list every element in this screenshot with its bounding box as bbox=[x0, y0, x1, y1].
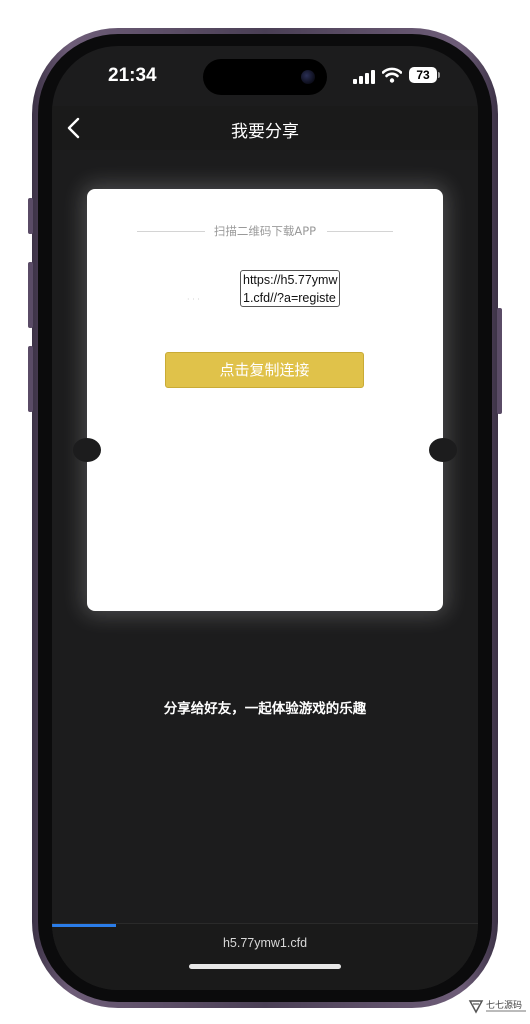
scan-qr-label: 扫描二维码下载APP bbox=[209, 224, 321, 238]
share-caption: 分享给好友，一起体验游戏的乐趣 bbox=[163, 701, 367, 717]
share-link-field[interactable]: https://h5.77ymw1.cfd//?a=register& bbox=[240, 270, 340, 307]
cellular-signal-icon bbox=[353, 70, 375, 84]
battery-tip bbox=[438, 72, 440, 78]
card-notch-left bbox=[73, 438, 101, 462]
watermark-mark-icon bbox=[468, 1000, 484, 1014]
phone-screen: 21:34 73 我要分享 扫描二维码下载APP · · · https://h… bbox=[52, 46, 478, 990]
page-title: 我要分享 bbox=[231, 122, 299, 142]
scan-label-row: 扫描二维码下载APP bbox=[137, 223, 393, 239]
battery-icon: 73 bbox=[409, 67, 437, 83]
wifi-icon bbox=[382, 67, 402, 83]
qr-code-image: · · · bbox=[187, 295, 200, 304]
watermark-logo: 七七源码 bbox=[468, 996, 528, 1020]
power-button bbox=[497, 308, 502, 414]
action-button bbox=[28, 198, 33, 234]
volume-down-button bbox=[28, 346, 33, 412]
home-indicator[interactable] bbox=[189, 964, 341, 969]
page: 21:34 73 我要分享 扫描二维码下载APP · · · https://h… bbox=[0, 0, 530, 1024]
nav-header: 我要分享 bbox=[52, 106, 478, 150]
volume-up-button bbox=[28, 262, 33, 328]
watermark-subline bbox=[486, 1010, 526, 1012]
page-load-progress-bar bbox=[52, 924, 116, 927]
dynamic-island bbox=[203, 59, 327, 95]
copy-link-button[interactable]: 点击复制连接 bbox=[165, 352, 364, 388]
share-card: 扫描二维码下载APP · · · https://h5.77ymw1.cfd//… bbox=[73, 189, 457, 611]
browser-bottom-bar: h5.77ymw1.cfd bbox=[52, 923, 478, 990]
front-camera-icon bbox=[301, 70, 315, 84]
browser-url[interactable]: h5.77ymw1.cfd bbox=[52, 936, 478, 950]
card-notch-right bbox=[429, 438, 457, 462]
status-time: 21:34 bbox=[108, 65, 157, 86]
